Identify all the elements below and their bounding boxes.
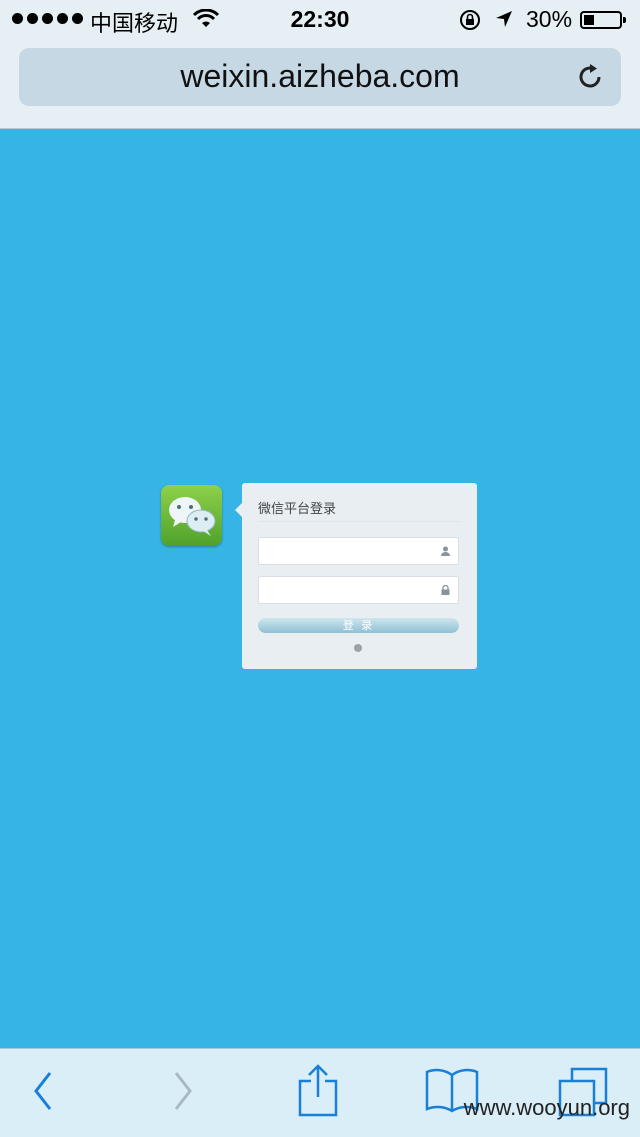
forward-icon[interactable] bbox=[170, 1069, 196, 1113]
help-icon[interactable] bbox=[354, 644, 362, 652]
browser-header: 中国移动 22:30 30% weixin.aizheba.com bbox=[0, 0, 640, 129]
wechat-logo-icon bbox=[161, 485, 222, 546]
reload-icon[interactable] bbox=[575, 62, 605, 92]
battery-icon bbox=[580, 11, 626, 29]
share-icon[interactable] bbox=[297, 1063, 339, 1117]
status-bar: 中国移动 22:30 30% bbox=[0, 0, 640, 40]
url-text: weixin.aizheba.com bbox=[180, 58, 460, 94]
battery-percent: 30% bbox=[526, 6, 573, 32]
rotation-lock-icon bbox=[460, 10, 480, 30]
panel-pointer bbox=[235, 503, 242, 517]
login-button[interactable]: 登 录 bbox=[258, 618, 459, 633]
username-field[interactable] bbox=[258, 537, 459, 565]
divider bbox=[258, 521, 460, 522]
location-arrow-icon bbox=[496, 11, 512, 27]
password-field[interactable] bbox=[258, 576, 459, 604]
user-icon bbox=[441, 546, 450, 556]
password-input[interactable] bbox=[263, 579, 437, 603]
login-panel: 微信平台登录 登 录 bbox=[242, 483, 477, 669]
lock-icon bbox=[441, 585, 450, 595]
login-title: 微信平台登录 bbox=[258, 502, 337, 517]
watermark: www.wooyun.org bbox=[463, 1095, 630, 1120]
back-icon[interactable] bbox=[30, 1069, 56, 1113]
browser-toolbar bbox=[0, 1048, 640, 1137]
address-bar[interactable]: weixin.aizheba.com bbox=[19, 48, 621, 106]
username-input[interactable] bbox=[263, 540, 437, 564]
